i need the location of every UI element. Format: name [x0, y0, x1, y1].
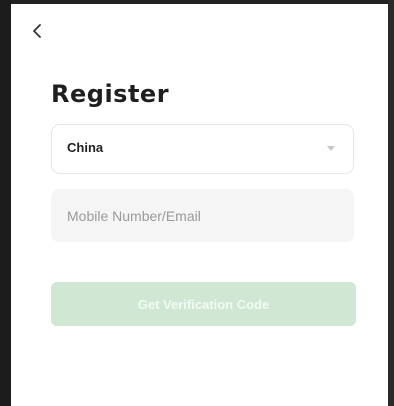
chevron-left-icon — [33, 24, 41, 38]
app-frame: Register China Get Verification Code — [0, 0, 394, 406]
window-edge-left — [0, 0, 11, 406]
get-verification-code-button[interactable]: Get Verification Code — [51, 282, 356, 326]
country-select[interactable]: China — [51, 124, 354, 174]
page-title: Register — [51, 80, 170, 108]
register-screen: Register China Get Verification Code — [11, 4, 388, 406]
mobile-email-input[interactable] — [51, 189, 354, 242]
chevron-down-icon — [327, 146, 335, 151]
country-selected-value: China — [67, 140, 104, 155]
window-edge-right — [388, 0, 394, 406]
back-button[interactable] — [31, 23, 47, 43]
